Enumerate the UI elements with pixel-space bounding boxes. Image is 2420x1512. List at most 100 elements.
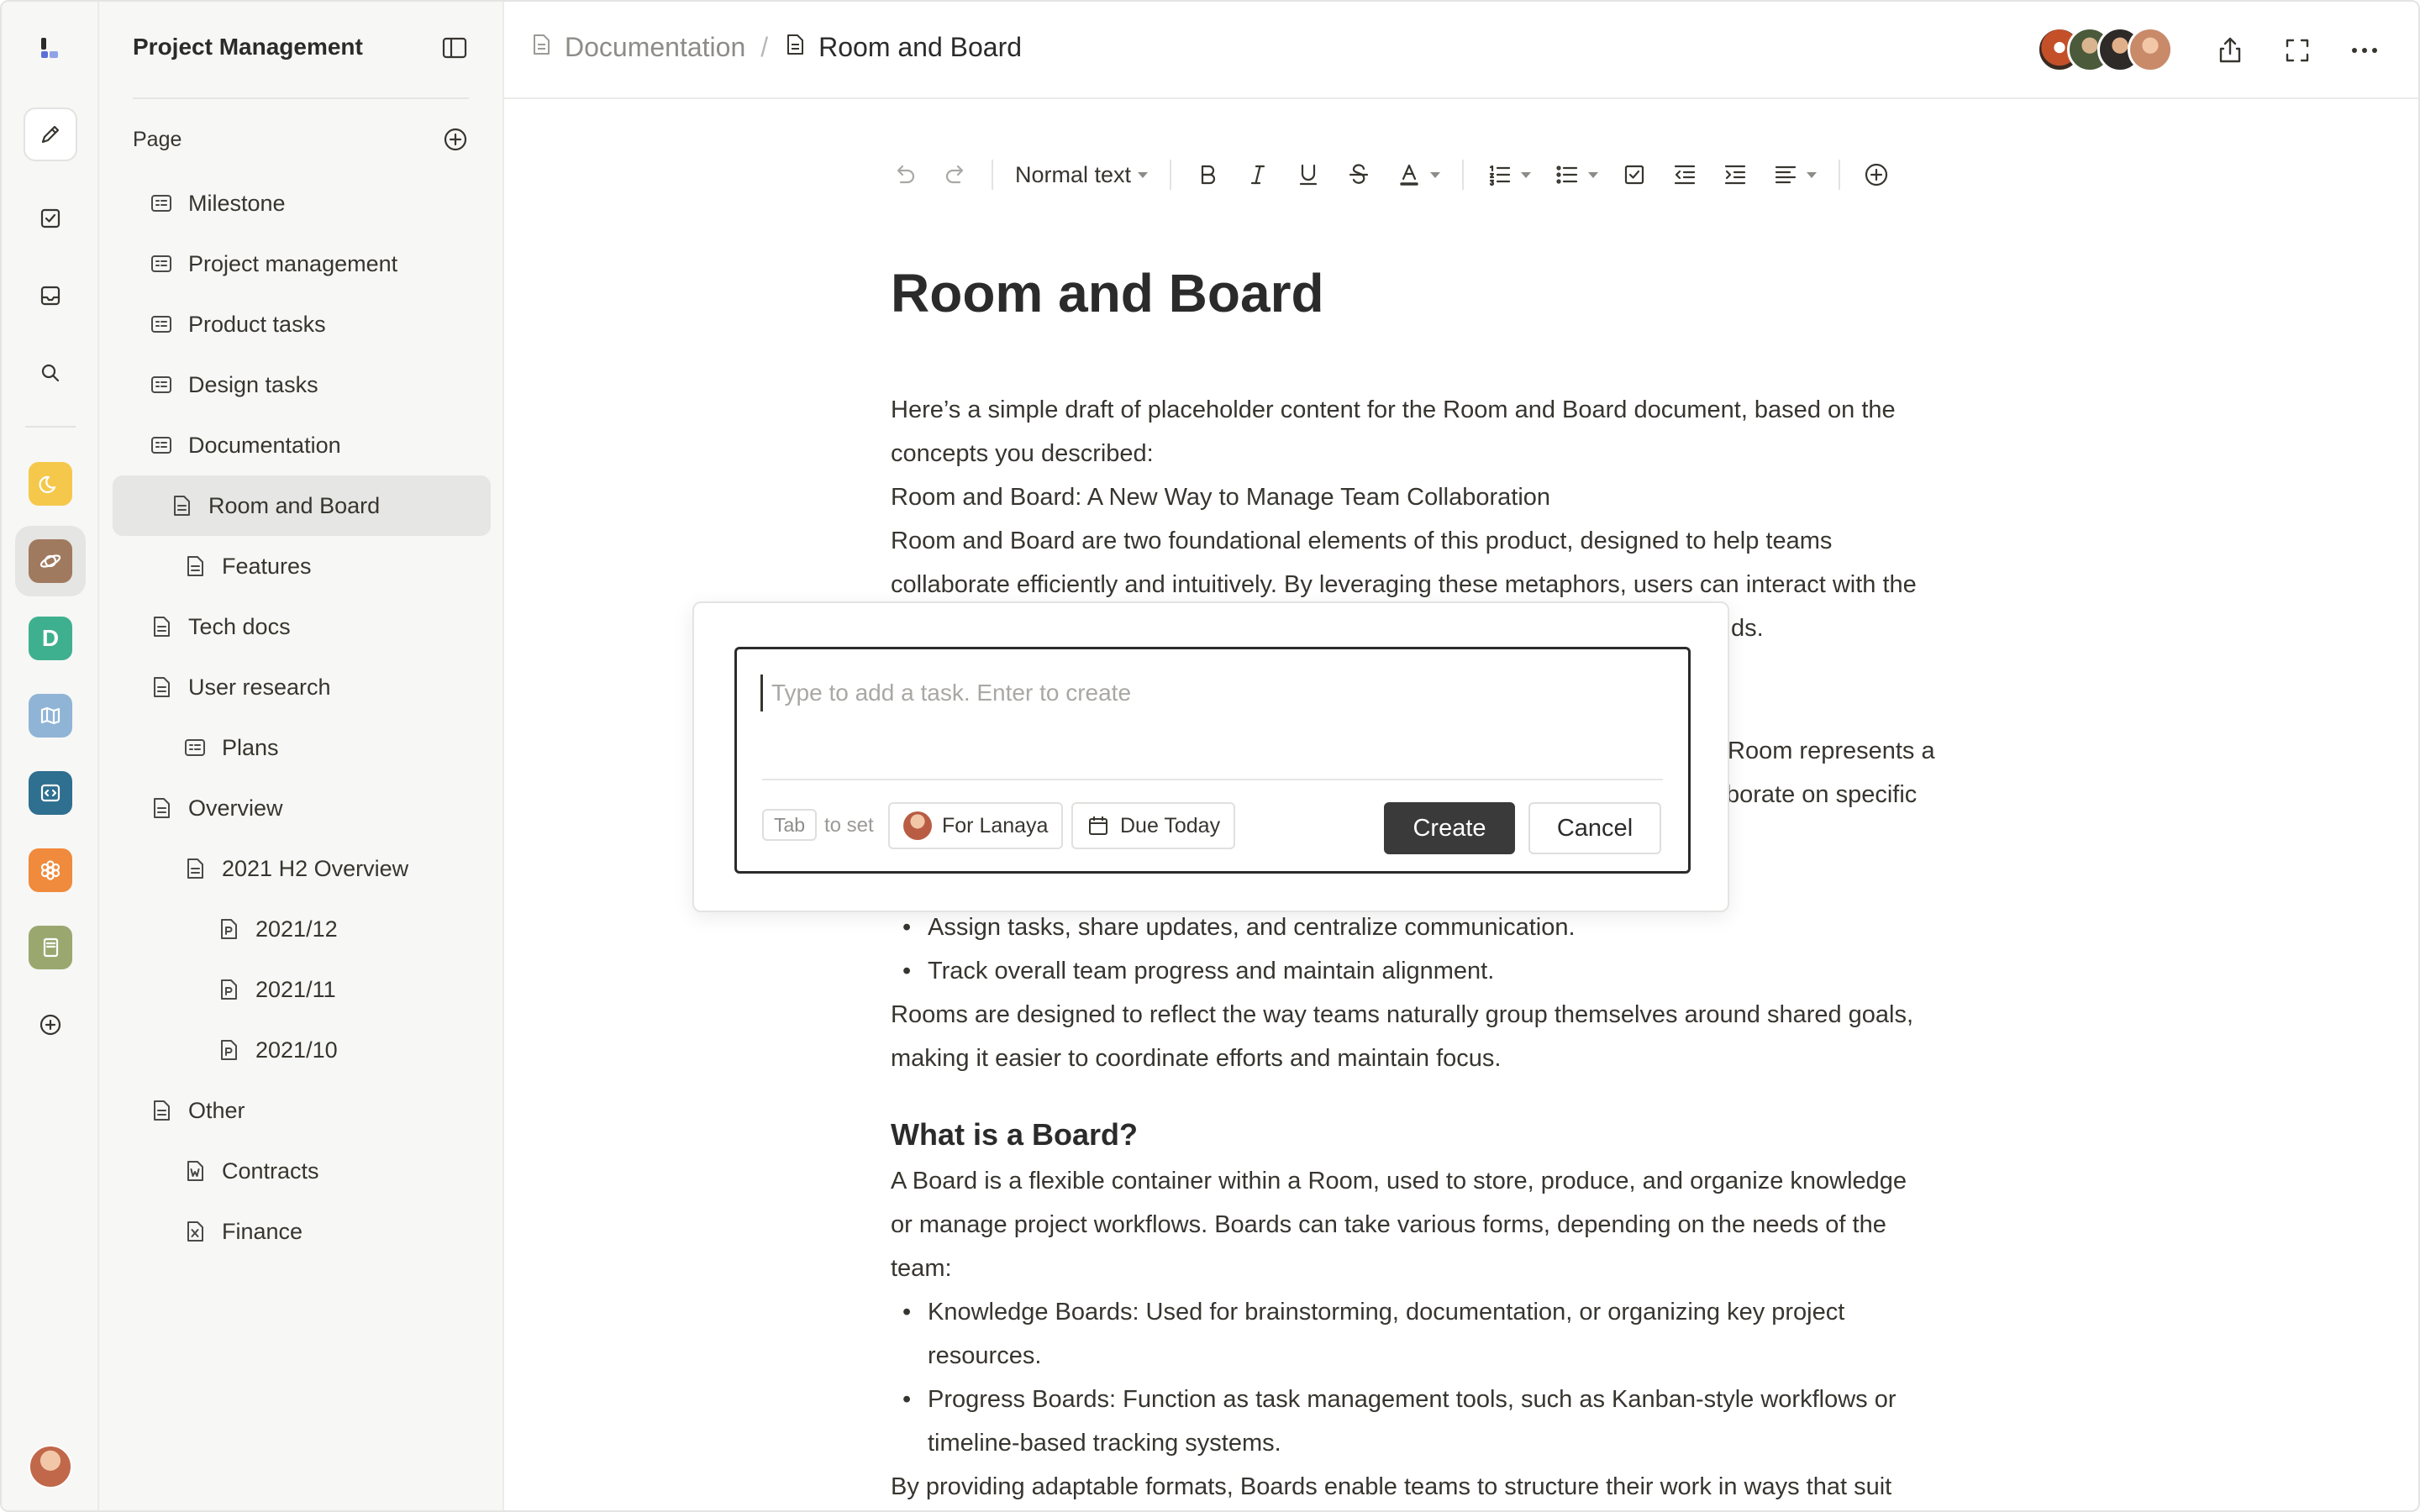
- tab-hint-text: to set: [824, 814, 874, 837]
- d-app-icon[interactable]: D: [24, 612, 77, 665]
- sidebar-item-2021-10[interactable]: 2021/10: [217, 1020, 338, 1080]
- due-date-label: Due Today: [1120, 813, 1221, 837]
- moon-app-icon[interactable]: [24, 457, 77, 511]
- sidebar-item-project-management[interactable]: Project management: [150, 234, 397, 294]
- due-date-chip[interactable]: Due Today: [1071, 802, 1236, 849]
- breadcrumb-parent[interactable]: Documentation: [565, 32, 745, 63]
- doc-icon: [150, 1099, 173, 1122]
- board-icon: [150, 252, 173, 276]
- sidebar-item-label: 2021/12: [255, 916, 338, 942]
- italic-icon[interactable]: [1244, 158, 1272, 192]
- text-style-select[interactable]: Normal text: [1015, 158, 1149, 192]
- flower-app-icon[interactable]: [24, 843, 77, 897]
- sidebar-item-features[interactable]: Features: [183, 536, 312, 596]
- paragraph-line: or manage project workflows. Boards can …: [891, 1211, 1886, 1238]
- underline-icon[interactable]: [1294, 158, 1323, 192]
- breadcrumb-separator: /: [760, 32, 769, 62]
- sidebar-item-label: Project management: [188, 250, 398, 276]
- share-icon[interactable]: [2213, 34, 2247, 67]
- composer-divider: [762, 779, 1663, 780]
- breadcrumb-current: Room and Board: [818, 32, 1023, 62]
- strikethrough-icon[interactable]: [1344, 158, 1373, 192]
- document-title[interactable]: Room and Board: [891, 262, 1324, 324]
- code-app-icon[interactable]: [24, 766, 77, 820]
- chevron-down-icon: [1521, 171, 1532, 178]
- sidebar-item-2021-12[interactable]: 2021/12: [217, 899, 338, 959]
- sidebar-item-finance[interactable]: Finance: [183, 1201, 302, 1262]
- add-app-icon[interactable]: [24, 998, 77, 1052]
- cancel-button[interactable]: Cancel: [1528, 802, 1661, 854]
- sidebar-item-overview[interactable]: Overview: [150, 778, 283, 838]
- toolbar-divider: [1839, 160, 1841, 190]
- book-app-icon[interactable]: [24, 921, 77, 974]
- doc-icon: [170, 494, 193, 517]
- text-color-icon[interactable]: [1395, 158, 1441, 192]
- sidebar-divider: [133, 97, 469, 99]
- doc-icon: [183, 554, 207, 578]
- assignee-chip[interactable]: For Lanaya: [888, 802, 1064, 849]
- insert-plus-icon[interactable]: [1862, 158, 1891, 192]
- sidebar-item-label: 2021/11: [255, 976, 336, 1002]
- sidebar-toggle-icon[interactable]: [442, 37, 467, 59]
- map-app-icon[interactable]: [24, 689, 77, 743]
- redo-icon[interactable]: [941, 158, 970, 192]
- user-avatar[interactable]: [29, 1445, 72, 1488]
- indent-icon[interactable]: [1721, 158, 1749, 192]
- sidebar-item-label: Tech docs: [188, 613, 291, 639]
- sidebar-item-plans[interactable]: Plans: [183, 717, 279, 778]
- sidebar-section-label: Page: [133, 128, 182, 151]
- board-icon: [150, 373, 173, 396]
- sidebar-item-label: 2021/10: [255, 1037, 338, 1063]
- avatar[interactable]: [2128, 27, 2173, 72]
- outdent-icon[interactable]: [1670, 158, 1699, 192]
- assignee-label: For Lanaya: [942, 813, 1049, 837]
- workspace-logo[interactable]: [24, 22, 77, 76]
- paragraph-line: collaborate efficiently and intuitively.…: [891, 571, 1917, 598]
- bold-icon[interactable]: [1193, 158, 1222, 192]
- doc-icon: [150, 675, 173, 699]
- sidebar-item-label: Plans: [222, 734, 279, 760]
- editor-toolbar: Normal text: [891, 158, 1912, 192]
- create-button[interactable]: Create: [1384, 802, 1515, 854]
- sidebar-item-label: Design tasks: [188, 371, 318, 397]
- chevron-down-icon: [1138, 171, 1149, 178]
- sidebar-item-user-research[interactable]: User research: [150, 657, 331, 717]
- board-icon: [183, 736, 207, 759]
- rail-divider: [25, 426, 76, 428]
- sidebar-item-2021-h2-overview[interactable]: 2021 H2 Overview: [183, 838, 408, 899]
- more-options-icon[interactable]: [2348, 34, 2381, 67]
- sidebar-item-contracts[interactable]: Contracts: [183, 1141, 319, 1201]
- add-page-icon[interactable]: [442, 126, 469, 153]
- tasks-checkbox-icon[interactable]: [24, 192, 77, 245]
- chevron-down-icon: [1430, 171, 1441, 178]
- list-item-continuation: resources.: [928, 1342, 1042, 1369]
- sidebar-item-label: Finance: [222, 1218, 303, 1244]
- numbered-list-icon[interactable]: [1486, 158, 1532, 192]
- sidebar-item-product-tasks[interactable]: Product tasks: [150, 294, 326, 354]
- sidebar-item-label: User research: [188, 674, 331, 700]
- doc-icon: [150, 615, 173, 638]
- sidebar-item-label: Documentation: [188, 432, 341, 458]
- sidebar-item-milestone[interactable]: Milestone: [150, 173, 286, 234]
- inbox-icon[interactable]: [24, 269, 77, 323]
- task-input[interactable]: [760, 675, 1668, 711]
- align-icon[interactable]: [1771, 158, 1818, 192]
- w-file-icon: [183, 1159, 207, 1183]
- paragraph-line: concepts you described:: [891, 440, 1154, 467]
- calendar-icon: [1089, 816, 1107, 835]
- fullscreen-icon[interactable]: [2281, 34, 2314, 67]
- sidebar-item-tech-docs[interactable]: Tech docs: [150, 596, 291, 657]
- sidebar-item-design-tasks[interactable]: Design tasks: [150, 354, 318, 415]
- collaborator-avatars[interactable]: [2037, 27, 2173, 72]
- undo-icon[interactable]: [891, 158, 919, 192]
- sidebar-item-room-and-board[interactable]: Room and Board: [113, 475, 491, 536]
- checklist-icon[interactable]: [1620, 158, 1649, 192]
- edit-pen-icon[interactable]: [24, 108, 77, 161]
- search-icon[interactable]: [24, 346, 77, 400]
- sidebar-item-2021-11[interactable]: 2021/11: [217, 959, 336, 1020]
- sidebar-item-documentation[interactable]: Documentation: [150, 415, 341, 475]
- planet-app-icon[interactable]: [15, 526, 86, 596]
- doc-icon: [529, 32, 553, 63]
- sidebar-item-other[interactable]: Other: [150, 1080, 245, 1141]
- bullet-list-icon[interactable]: [1553, 158, 1599, 192]
